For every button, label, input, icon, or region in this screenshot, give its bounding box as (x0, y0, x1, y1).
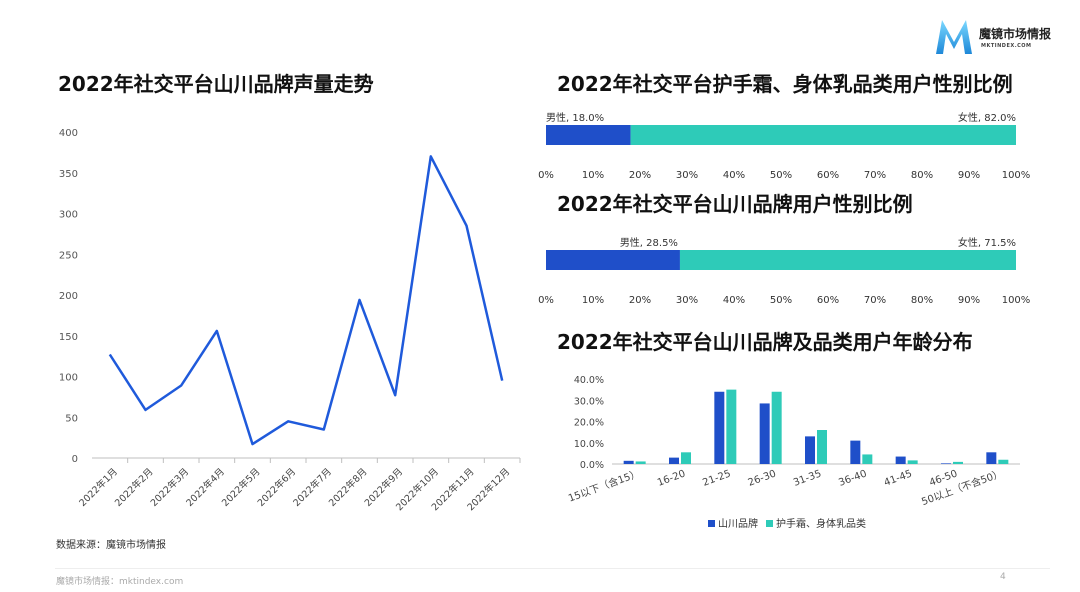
gender1-bar-chart: 男性, 18.0% 女性, 82.0% 0% 10% 20% 30% 40% 50% 60% 70… (538, 111, 1031, 181)
female-data-label: 女性, 71.5% (958, 236, 1016, 249)
footer-divider (55, 568, 1050, 569)
category-bar (726, 389, 737, 464)
y-tick-label: 20.0% (574, 418, 604, 429)
y-tick-label: 50 (65, 413, 78, 424)
legend-label-brand: 山川品牌 (718, 517, 758, 530)
y-tick-label: 0.0% (580, 460, 604, 471)
category-bar (862, 454, 873, 464)
x-tick-label: 100% (1002, 295, 1031, 306)
y-tick-label: 10.0% (574, 439, 604, 450)
age-bar-chart: 0.0% 10.0% 20.0% 30.0% 40.0% 15以下（含15） 16-20 21… (566, 375, 1020, 530)
male-data-label: 男性, 28.5% (620, 236, 678, 249)
male-bar-segment (546, 125, 631, 145)
brand-bar (941, 463, 951, 464)
legend-swatch-category (766, 520, 773, 527)
x-tick-label: 20% (629, 170, 651, 181)
x-tick-label: 0% (538, 295, 554, 306)
gender2-chart-title: 2022年社交平台山川品牌用户性别比例 (557, 192, 913, 216)
x-tick-label: 20% (629, 295, 651, 306)
x-tick-label: 10% (582, 170, 604, 181)
brand-bar (986, 452, 997, 464)
x-tick-label: 60% (817, 170, 839, 181)
x-tick-label: 21-25 (701, 468, 732, 488)
x-tick-label: 31-35 (792, 468, 823, 488)
y-tick-label: 200 (59, 291, 78, 302)
brand-bar (850, 440, 861, 464)
brand-bar (759, 403, 770, 464)
footer-text: 魔镜市场情报：mktindex.com (56, 577, 184, 587)
x-tick-label: 15以下（含15） (566, 467, 641, 505)
male-data-label: 男性, 18.0% (546, 111, 604, 124)
x-tick-label: 0% (538, 170, 554, 181)
brand-bar (895, 456, 906, 464)
y-tick-label: 150 (59, 332, 78, 343)
x-tick-label: 30% (676, 295, 698, 306)
brand-bar (669, 457, 679, 464)
x-tick-label: 50% (770, 170, 792, 181)
logo-m-icon (936, 20, 972, 54)
category-bar (681, 452, 691, 464)
brand-bar (714, 391, 725, 464)
legend-swatch-brand (708, 520, 715, 527)
x-tick-label: 80% (911, 170, 933, 181)
female-bar-segment (679, 250, 1016, 270)
x-tick-label: 100% (1002, 170, 1031, 181)
x-tick-label: 70% (864, 295, 886, 306)
source-note: 数据来源：魔镜市场情报 (56, 540, 166, 551)
x-tick-label: 40% (723, 295, 745, 306)
y-tick-label: 40.0% (574, 375, 604, 386)
category-bar (907, 460, 918, 464)
x-tick-label: 80% (911, 295, 933, 306)
y-tick-label: 250 (59, 250, 78, 261)
y-tick-label: 0 (72, 454, 78, 465)
x-tick-label: 40% (723, 170, 745, 181)
x-tick-label: 60% (817, 295, 839, 306)
female-bar-segment (630, 125, 1016, 145)
brand-bar (623, 460, 634, 464)
brand-bar (805, 436, 815, 464)
category-bar (817, 430, 827, 464)
brand-logo (934, 18, 974, 56)
trend-line-chart: 0501001502002503003504002022年1月2022年2月20… (59, 128, 521, 513)
x-tick-label: 26-30 (747, 468, 778, 488)
age-chart-title: 2022年社交平台山川品牌及品类用户年龄分布 (557, 330, 973, 354)
y-tick-label: 400 (59, 128, 78, 139)
y-tick-label: 100 (59, 373, 78, 384)
category-bar (635, 461, 646, 464)
y-tick-label: 350 (59, 169, 78, 180)
y-tick-label: 30.0% (574, 396, 604, 407)
y-tick-label: 300 (59, 210, 78, 221)
x-tick-label: 41-45 (883, 468, 914, 488)
trend-chart-title: 2022年社交平台山川品牌声量走势 (58, 72, 374, 96)
x-tick-label: 30% (676, 170, 698, 181)
male-bar-segment (546, 250, 680, 270)
x-tick-label: 36-40 (837, 468, 868, 488)
x-tick-label: 90% (958, 295, 980, 306)
gender2-bar-chart: 男性, 28.5% 女性, 71.5% 0% 10% 20% 30% 40% 50% 60% 70… (538, 236, 1031, 306)
brand-sub: MKTINDEX.COM (981, 43, 1032, 49)
trend-series-line (108, 155, 504, 446)
x-tick-label: 70% (864, 170, 886, 181)
gender1-chart-title: 2022年社交平台护手霜、身体乳品类用户性别比例 (557, 72, 1013, 96)
x-tick-label: 16-20 (656, 468, 687, 488)
x-tick-label: 90% (958, 170, 980, 181)
category-bar (771, 391, 782, 464)
page-number: 4 (1000, 572, 1006, 582)
category-bar (998, 459, 1009, 464)
category-bar (953, 461, 963, 464)
brand-name: 魔镜市场情报 (979, 27, 1052, 41)
x-tick-label: 10% (582, 295, 604, 306)
legend-label-category: 护手霜、身体乳品类 (776, 517, 866, 530)
female-data-label: 女性, 82.0% (958, 111, 1016, 124)
x-tick-label: 50% (770, 295, 792, 306)
